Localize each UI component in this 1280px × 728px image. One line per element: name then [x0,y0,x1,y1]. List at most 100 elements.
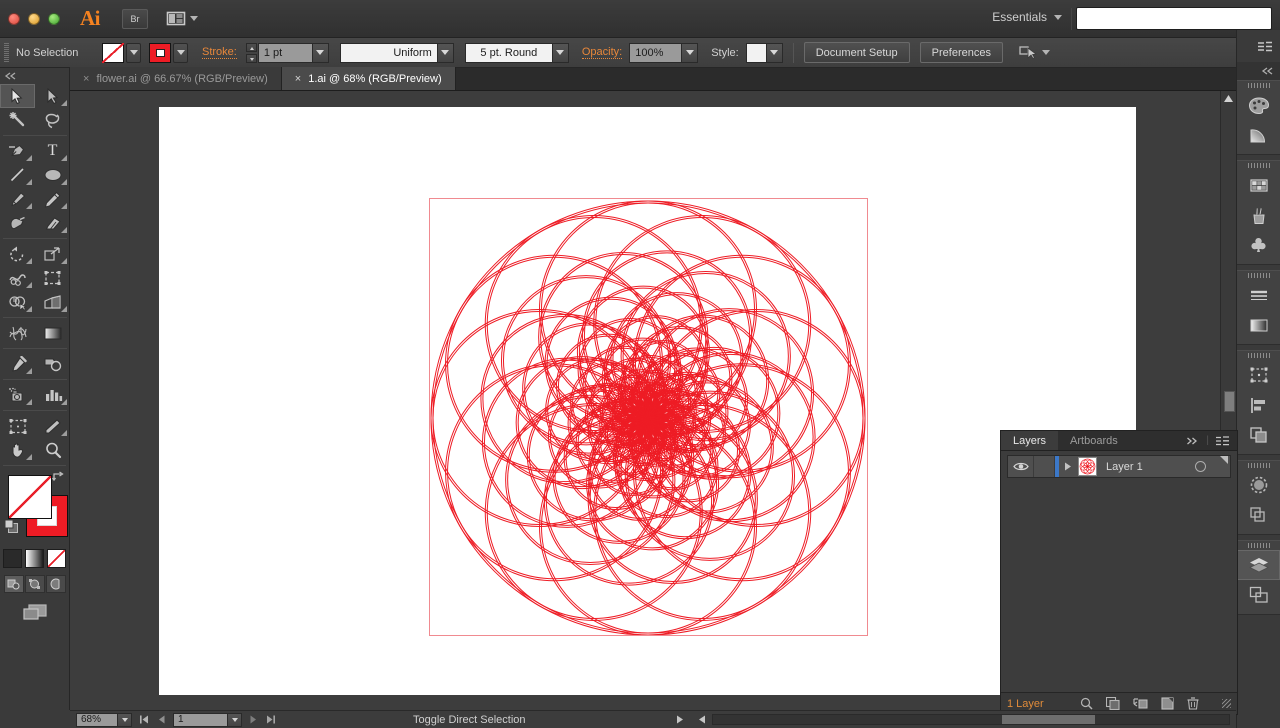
maximize-icon[interactable] [48,13,60,25]
stroke-label[interactable]: Stroke: [202,46,237,59]
pencil-tool[interactable] [35,187,70,211]
ellipse-tool[interactable] [35,163,70,187]
stroke-profile-value[interactable]: Uniform [340,43,438,63]
layer-target-indicator[interactable] [1195,461,1206,472]
stroke-weight-stepper[interactable] [246,43,257,63]
symbols-panel-icon[interactable] [1237,230,1280,260]
stroke-profile-dropdown[interactable] [438,43,454,63]
selection-tool[interactable] [0,84,35,108]
zoom-level-value[interactable]: 68% [76,713,118,727]
close-tab-icon[interactable]: × [83,73,89,85]
next-artboard-button[interactable] [250,715,257,724]
none-mode-button[interactable] [47,549,66,568]
layer-expand-arrow[interactable] [1059,462,1077,471]
align-panel-icon[interactable] [1237,390,1280,420]
pathfinder-panel-icon[interactable] [1237,420,1280,450]
magic-wand-tool[interactable] [0,108,35,132]
layer-visibility-toggle[interactable] [1008,461,1033,472]
color-panel-icon[interactable] [1237,90,1280,120]
delete-selection-button[interactable] [1187,697,1199,710]
tab-layers[interactable]: Layers [1001,431,1058,450]
previous-artboard-button[interactable] [158,715,165,724]
swap-fill-stroke-icon[interactable] [52,471,65,483]
hand-tool[interactable] [0,438,35,462]
document-tab-flower[interactable]: × flower.ai @ 66.67% (RGB/Preview) [70,67,282,90]
stroke-panel-icon[interactable] [1237,280,1280,310]
scale-tool[interactable] [35,242,70,266]
dock-group-grip[interactable] [1237,541,1280,550]
layers-panel[interactable]: Layers Artboards | [1000,430,1238,715]
artboard-number-dropdown[interactable] [228,713,242,727]
expand-dock-button[interactable] [1237,62,1280,80]
dock-group-grip[interactable] [1237,461,1280,470]
mesh-tool[interactable] [0,321,35,345]
last-artboard-button[interactable] [266,715,275,724]
workspace-switcher[interactable]: Essentials [992,10,1062,24]
blend-tool[interactable] [35,352,70,376]
layer-name[interactable]: Layer 1 [1106,461,1143,473]
hscroll-left-button[interactable] [698,715,706,724]
artboard-tool[interactable] [0,414,35,438]
brush-definition-control[interactable]: 5 pt. Round [465,43,569,63]
brush-definition-value[interactable]: 5 pt. Round [465,43,553,63]
swatches-panel-icon[interactable] [1237,170,1280,200]
stroke-swatch[interactable] [149,43,171,63]
artboard-number-value[interactable]: 1 [173,713,228,727]
document-setup-button[interactable]: Document Setup [804,42,910,63]
zoom-tool[interactable] [35,438,70,462]
eraser-tool[interactable] [35,211,70,235]
preferences-button[interactable]: Preferences [920,42,1003,63]
draw-normal-button[interactable] [4,575,24,593]
status-text[interactable]: Toggle Direct Selection [413,714,526,726]
collapse-to-icons-button[interactable] [1186,437,1199,445]
perspective-grid-tool[interactable] [35,290,70,314]
stroke-weight-dropdown[interactable] [313,43,329,63]
layers-list[interactable]: Layer 1 [1001,451,1237,691]
dock-group-grip[interactable] [1237,161,1280,170]
direct-selection-tool[interactable] [35,84,70,108]
blob-brush-tool[interactable] [0,211,35,235]
go-to-bridge-button[interactable]: Br [122,9,148,29]
scrollbar-thumb[interactable] [1224,391,1235,412]
locate-object-button[interactable] [1080,697,1093,710]
status-menu-button[interactable] [676,715,684,724]
arrange-documents-button[interactable] [166,11,198,26]
brush-definition-dropdown[interactable] [553,43,569,63]
select-similar-objects-button[interactable] [1019,45,1050,60]
rotate-tool[interactable] [0,242,35,266]
minimize-icon[interactable] [28,13,40,25]
panel-resize-grip[interactable] [1222,699,1231,708]
paintbrush-tool[interactable] [0,187,35,211]
slice-tool[interactable] [35,414,70,438]
opacity-control[interactable]: 100% [629,43,698,63]
zoom-level-dropdown[interactable] [118,713,132,727]
column-graph-tool[interactable] [35,383,70,407]
layer-lock-toggle[interactable] [1033,456,1055,477]
opacity-dropdown[interactable] [682,43,698,63]
make-clipping-mask-button[interactable] [1106,697,1120,710]
layers-panel-icon[interactable] [1237,550,1280,580]
create-new-sublayer-button[interactable] [1133,697,1148,710]
graphic-style-control[interactable] [746,43,783,63]
stroke-profile-control[interactable]: Uniform [340,43,454,63]
zoom-level-control[interactable]: 68% [76,713,132,727]
artboards-panel-icon[interactable] [1237,580,1280,610]
control-bar-grip[interactable] [4,43,9,63]
symbol-sprayer-tool[interactable] [0,383,35,407]
close-tab-icon[interactable]: × [295,73,301,85]
appearance-panel-icon[interactable] [1237,500,1280,530]
transform-panel-icon[interactable] [1237,360,1280,390]
fill-swatch[interactable] [102,43,124,63]
first-artboard-button[interactable] [140,715,149,724]
dock-group-grip[interactable] [1237,81,1280,90]
canvas-horizontal-scrollbar[interactable] [712,714,1230,725]
brushes-panel-icon[interactable] [1237,200,1280,230]
layer-row-layer-1[interactable]: Layer 1 [1007,455,1231,478]
fill-color-indicator[interactable] [8,475,52,519]
dock-group-grip[interactable] [1237,271,1280,280]
opacity-value[interactable]: 100% [629,43,682,63]
draw-inside-button[interactable] [46,575,66,593]
draw-behind-button[interactable] [25,575,45,593]
lasso-tool[interactable] [35,108,70,132]
graphic-style-swatch[interactable] [746,43,767,63]
